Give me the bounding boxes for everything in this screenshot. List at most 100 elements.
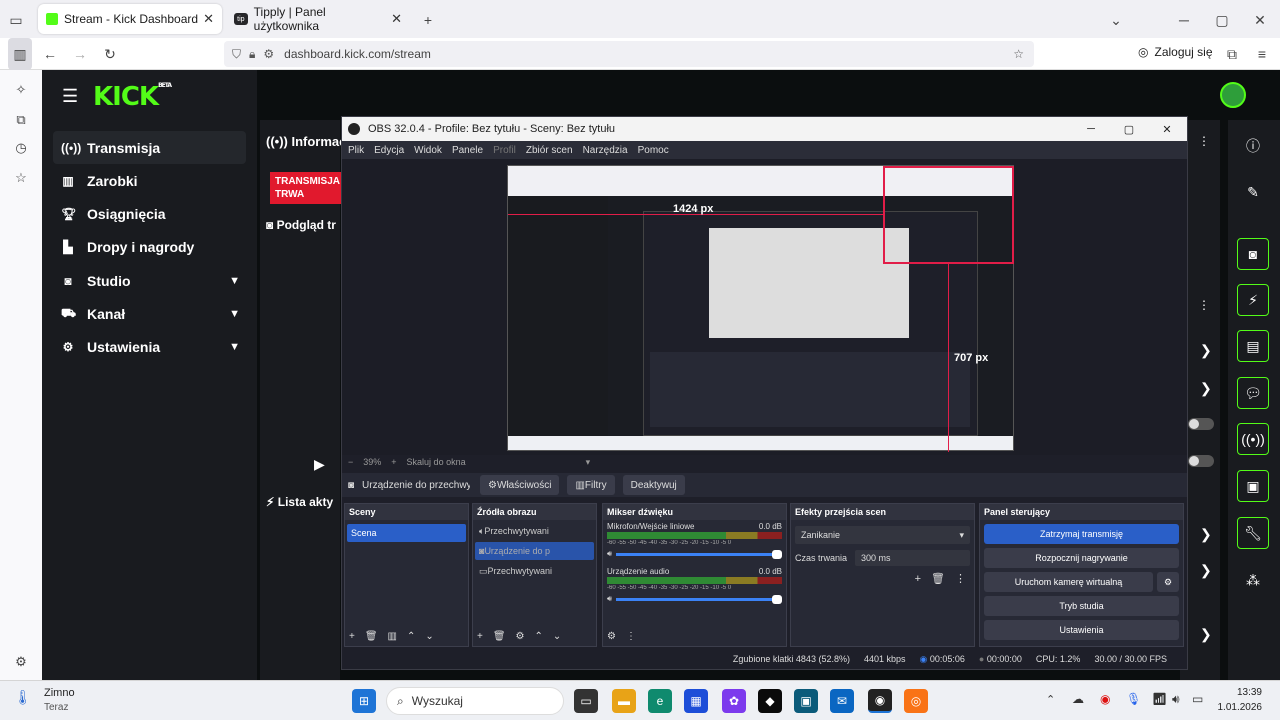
sidebar-item-studio[interactable]: ◙ Studio ▼ (53, 264, 246, 297)
start-recording-button[interactable]: Rozpocznij nagrywanie (984, 548, 1179, 568)
speaker-icon[interactable]: 🔊︎ (607, 549, 612, 559)
settings-button[interactable]: Ustawienia (984, 620, 1179, 640)
notes-icon[interactable]: ▤ (1237, 330, 1269, 362)
close-tab-icon[interactable]: ✕ (391, 11, 402, 27)
edge-icon[interactable]: e (648, 689, 672, 713)
sidebar-item-transmisja[interactable]: ((•)) Transmisja (53, 131, 246, 164)
bookmarks-icon[interactable]: ☆ (0, 164, 42, 192)
properties-button[interactable]: ⚙ Właściwości (480, 475, 560, 495)
login-button[interactable]: ◎ Zaloguj się (1138, 45, 1213, 59)
layout-icon[interactable]: ▣ (1237, 470, 1269, 502)
app-tray-icon[interactable]: ◉ (1100, 692, 1110, 706)
weather-title[interactable]: Zimno (44, 687, 75, 699)
close-tab-icon[interactable]: ✕ (203, 11, 214, 27)
url-bar[interactable]: ⛉ 🔒︎ ⚙ dashboard.kick.com/stream ☆ (224, 41, 1034, 67)
menu-profil[interactable]: Profil (493, 145, 516, 156)
close-window-button[interactable]: ✕ (1248, 4, 1272, 36)
chevron-down-icon[interactable]: ▾ (586, 457, 591, 468)
photoshop-icon[interactable]: ▣ (794, 689, 818, 713)
sidebar-item-zarobki[interactable]: ▥ Zarobki (53, 164, 246, 197)
more-options-icon[interactable]: ⋮ (1198, 134, 1210, 148)
gear-icon[interactable]: ⚙ (1157, 572, 1179, 592)
menu-panele[interactable]: Panele (452, 145, 483, 156)
chevron-right-icon[interactable]: ❯ (1200, 562, 1212, 579)
tab-overflow-chevron-icon[interactable]: ⌄ (1104, 4, 1128, 36)
gear-icon[interactable]: ⚙ (516, 631, 525, 642)
obs-preview[interactable]: 1424 px 707 px (342, 159, 1187, 459)
move-down-icon[interactable]: ⌄ (425, 631, 433, 642)
zoom-out-icon[interactable]: − (348, 457, 353, 467)
zoom-in-icon[interactable]: + (391, 457, 396, 467)
avatar[interactable] (1220, 82, 1246, 108)
history-icon[interactable]: ◷ (0, 134, 42, 162)
more-options-icon[interactable]: ⋮ (626, 631, 636, 642)
menu-edycja[interactable]: Edycja (374, 145, 404, 156)
cloud-icon[interactable]: ☁ (1072, 692, 1084, 706)
chevron-right-icon[interactable]: ❯ (1200, 626, 1212, 643)
menu-pomoc[interactable]: Pomoc (638, 145, 669, 156)
play-icon[interactable]: ▶ (314, 456, 325, 473)
trash-icon[interactable]: 🗑︎ (493, 631, 506, 642)
tab-list-icon[interactable]: ▭ (4, 4, 28, 36)
battery-icon[interactable]: ▭ (1192, 692, 1203, 706)
hamburger-menu-icon[interactable]: ☰ (62, 86, 78, 107)
synced-tabs-icon[interactable]: ⧉ (0, 106, 42, 134)
sidebar-item-ustawienia[interactable]: ⚙ Ustawienia ▼ (53, 330, 246, 363)
copilot-icon[interactable]: ✿ (722, 689, 746, 713)
sidebar-item-osiagniecia[interactable]: 🏆︎ Osiągnięcia (53, 197, 246, 230)
microphone-icon[interactable]: 🎙︎ (1126, 692, 1141, 706)
reload-icon[interactable]: ↻ (98, 38, 122, 70)
extensions-icon[interactable]: ⧉ (1220, 38, 1244, 70)
add-icon[interactable]: + (349, 631, 355, 642)
kick-logo[interactable]: KICKBETA (93, 82, 172, 112)
menu-zbior-scen[interactable]: Zbiór scen (526, 145, 573, 156)
broadcast-icon[interactable]: ((•)) (1237, 423, 1269, 455)
add-icon[interactable]: + (915, 573, 921, 585)
store-icon[interactable]: ▦ (684, 689, 708, 713)
new-tab-button[interactable]: + (416, 4, 440, 36)
minimize-window-button[interactable]: ─ (1081, 123, 1101, 135)
toggle-switch[interactable] (1188, 418, 1214, 430)
more-options-icon[interactable]: ⋮ (1198, 298, 1210, 312)
trash-icon[interactable]: 🗑︎ (365, 631, 378, 642)
menu-narzedzia[interactable]: Narzędzia (583, 145, 628, 156)
maximize-window-button[interactable]: ▢ (1210, 4, 1234, 36)
filters-button[interactable]: ▥ Filtry (567, 475, 615, 495)
zoom-mode[interactable]: Skaluj do okna (407, 457, 466, 467)
menu-widok[interactable]: Widok (414, 145, 442, 156)
obs-taskbar-icon[interactable]: ◉ (868, 689, 892, 713)
tray-overflow-icon[interactable]: ⌃ (1046, 693, 1055, 706)
add-icon[interactable]: + (477, 631, 483, 642)
studio-mode-button[interactable]: Tryb studia (984, 596, 1179, 616)
move-up-icon[interactable]: ⌃ (535, 631, 543, 642)
firefox-icon[interactable]: ◎ (904, 689, 928, 713)
volume-icon[interactable]: 🔊︎ (1172, 692, 1180, 707)
camera-icon[interactable]: ◙ (1237, 238, 1269, 270)
menu-plik[interactable]: Plik (348, 145, 364, 156)
back-arrow-icon[interactable]: ← (38, 38, 62, 70)
weather-icon[interactable]: 🌡︎ (14, 689, 32, 706)
deactivate-button[interactable]: Deaktywuj (622, 475, 685, 495)
info-icon[interactable]: ⓘ (1237, 130, 1269, 162)
sidebar-item-dropy[interactable]: ▙ Dropy i nagrody (53, 230, 246, 263)
chevron-right-icon[interactable]: ❯ (1200, 526, 1212, 543)
start-menu-icon[interactable]: ⊞ (352, 689, 376, 713)
wifi-icon[interactable]: 📶︎ (1152, 692, 1167, 706)
transition-select[interactable]: Zanikanie ▾ (795, 526, 970, 544)
forward-arrow-icon[interactable]: → (68, 38, 92, 70)
chevron-right-icon[interactable]: ❯ (1200, 342, 1212, 359)
start-virtual-camera-button[interactable]: Uruchom kamerę wirtualną (984, 572, 1153, 592)
sidebar-toggle-icon[interactable]: ▥ (8, 38, 32, 70)
source-item[interactable]: ◙ Urządzenie do p (475, 542, 594, 560)
dropbox-icon[interactable]: ◆ (758, 689, 782, 713)
bookmark-star-icon[interactable]: ☆ (1013, 47, 1024, 61)
menu-icon[interactable]: ≡ (1250, 38, 1274, 70)
file-explorer-icon[interactable]: ▬ (612, 689, 636, 713)
more-options-icon[interactable]: ⋮ (955, 572, 966, 585)
wrench-icon[interactable]: 🔧︎ (1237, 517, 1269, 549)
chevron-right-icon[interactable]: ❯ (1200, 380, 1212, 397)
volume-slider[interactable] (616, 549, 782, 559)
bolt-icon[interactable]: ⚡︎ (1237, 284, 1269, 316)
outlook-icon[interactable]: ✉ (830, 689, 854, 713)
stop-streaming-button[interactable]: Zatrzymaj transmisję (984, 524, 1179, 544)
